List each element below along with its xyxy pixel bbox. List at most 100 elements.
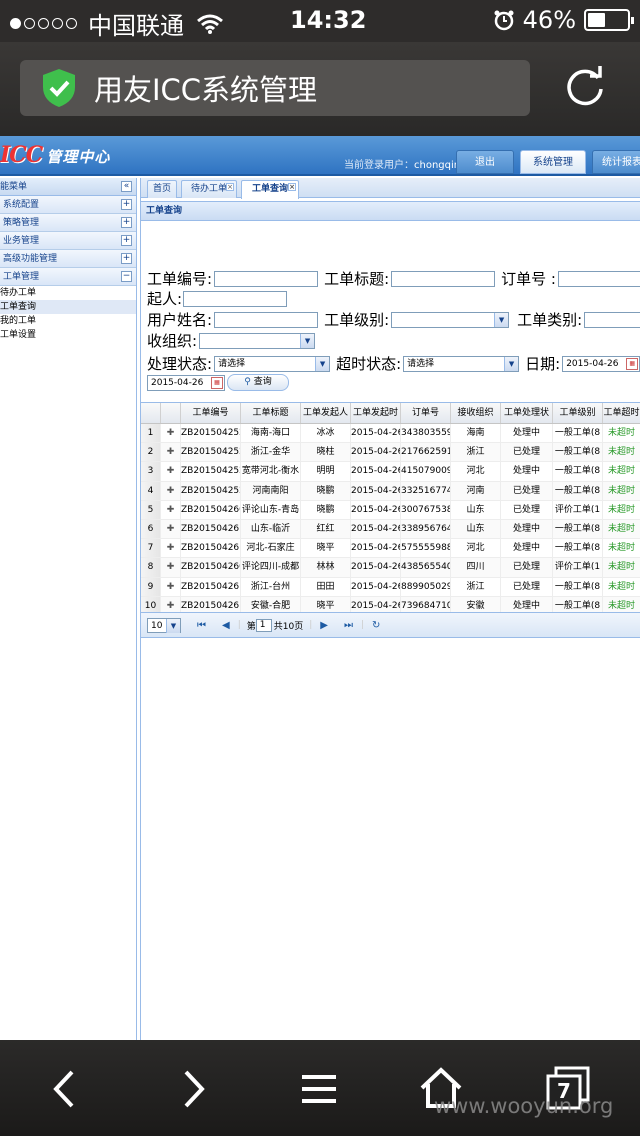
calendar-icon[interactable]: ▦ [211,377,223,389]
grid-column-header[interactable]: 工单级别 [553,403,603,423]
address-field[interactable]: 用友ICC系统管理 [20,60,530,116]
order-no-input[interactable] [214,270,319,287]
table-row[interactable]: 2✚ZB2015042521浙江-金华晓柱2015-04-26217662591… [141,443,640,463]
tab-todo[interactable]: 待办工单 × [181,180,237,198]
table-cell: ZB2015042609 [181,500,241,519]
collapse-icon[interactable]: « [121,181,132,192]
tab-query[interactable]: 工单查询 × [241,180,299,199]
row-expander-icon[interactable]: ✚ [161,443,181,462]
sidebar-item-query[interactable]: 工单查询 [0,300,136,314]
grid-column-header[interactable]: 工单处理状 [501,403,553,423]
table-cell: 已处理 [501,500,553,519]
table-row[interactable]: 8✚ZB2015042608评论四川-成都林林2015-04-264385655… [141,558,640,578]
recv-org-select[interactable]: ▼ [199,332,316,349]
close-icon[interactable]: × [288,183,296,191]
order-id-input[interactable] [557,270,640,287]
expand-icon[interactable]: + [121,235,132,246]
grid-column-header[interactable]: 接收组织 [451,403,501,423]
calendar-icon[interactable]: ▦ [626,357,639,370]
row-expander-icon[interactable]: ✚ [161,462,181,481]
table-cell: 宽带河北-衡水 [241,462,301,481]
grid-column-header[interactable]: 工单发起人 [301,403,351,423]
table-cell: ZB2015042608 [181,558,241,577]
row-expander-icon[interactable]: ✚ [161,424,181,443]
user-name-input[interactable] [214,311,319,328]
sidebar-item-todo[interactable]: 待办工单 [0,286,136,300]
back-icon[interactable] [40,1064,90,1114]
grid-column-header[interactable]: 工单标题 [241,403,301,423]
table-cell: 山东 [451,500,501,519]
next-page-icon[interactable]: ▶ [320,620,328,631]
table-row[interactable]: 3✚ZB2015042522宽带河北-衡水明明2015-04-264150790… [141,462,640,482]
sidebar-item-settings[interactable]: 工单设置 [0,328,136,342]
grid-column-header[interactable]: 工单超时 [603,403,640,423]
menu-icon[interactable] [294,1064,344,1114]
header-tab-logout[interactable]: 退出 [456,150,514,174]
process-status-select[interactable]: 请选择 ▼ [214,355,331,372]
signal-dot-icon [66,18,77,29]
row-expander-icon[interactable]: ✚ [161,558,181,577]
table-cell: 河北 [451,539,501,558]
initiator-input[interactable] [183,290,288,307]
prev-page-icon[interactable]: ◀ [222,620,230,631]
sidebar-section-policy[interactable]: 策略管理 + [0,214,136,232]
content-tab-bar: 首页 待办工单 × 工单查询 × [141,178,640,199]
timeout-status-select[interactable]: 请选择 ▼ [403,355,520,372]
row-expander-icon[interactable]: ✚ [161,577,181,596]
table-row[interactable]: 9✚ZB2015042612浙江-台州田田2015-04-26889905029… [141,577,640,597]
tab-home[interactable]: 首页 [147,180,177,198]
order-title-input[interactable] [391,270,496,287]
sidebar-item-mine[interactable]: 我的工单 [0,314,136,328]
expand-icon[interactable]: + [121,199,132,210]
grid-column-header[interactable]: 订单号 [401,403,451,423]
table-cell: 评价工单(1 [553,500,603,519]
grid-column-header[interactable] [161,403,181,423]
table-cell: ZB2015042521 [181,443,241,462]
table-row[interactable]: 5✚ZB2015042609评论山东-青岛晓鹏2015-04-263007675… [141,500,640,520]
level-select[interactable]: ▼ [391,311,510,328]
row-expander-icon[interactable]: ✚ [161,500,181,519]
page-number-input[interactable]: 1 [255,618,272,632]
expand-icon[interactable]: + [121,253,132,264]
table-cell: 评论山东-青岛 [241,500,301,519]
table-cell: 2015-04-26 [351,424,401,443]
date-to-input[interactable]: 2015-04-26 ▦ [147,375,225,391]
collapse-icon[interactable]: − [121,271,132,282]
header-tab-reports[interactable]: 统计报表 [592,150,640,174]
grid-column-header[interactable] [141,403,161,423]
table-cell: 一般工单(8 [553,424,603,443]
grid-column-header[interactable]: 工单编号 [181,403,241,423]
table-row[interactable]: 7✚ZB2015042611河北-石家庄晓平2015-04-2657555598… [141,539,640,559]
last-page-icon[interactable]: ⏭ [344,620,353,631]
sidebar-section-system-config[interactable]: 系统配置 + [0,196,136,214]
table-cell: 未超时 [603,482,640,500]
table-cell: 山东 [451,519,501,539]
table-row[interactable]: 1✚ZB2015042520海南-海口冰冰2015-04-26343803559… [141,424,640,444]
table-cell: 一般工单(8 [553,539,603,558]
clock: 14:32 [290,6,367,34]
sidebar-section-advanced[interactable]: 高级功能管理 + [0,250,136,268]
type-select[interactable] [584,311,640,328]
signal-dot-icon [10,18,21,29]
page-size-select[interactable]: 10 ▼ [147,617,181,633]
table-row[interactable]: 6✚ZB2015042610山东-临沂红红2015-04-26338956764… [141,519,640,540]
expand-icon[interactable]: + [121,217,132,228]
sidebar-section-business[interactable]: 业务管理 + [0,232,136,250]
sidebar-section-orders[interactable]: 工单管理 − [0,268,136,286]
row-expander-icon[interactable]: ✚ [161,481,181,500]
date-from-input[interactable]: 2015-04-26 ▦ [562,355,640,372]
refresh-icon[interactable]: ↻ [372,620,380,631]
signal-dot-icon [24,18,35,29]
close-icon[interactable]: × [226,183,234,191]
row-expander-icon[interactable]: ✚ [161,519,181,539]
forward-icon[interactable] [168,1064,218,1114]
reload-icon[interactable] [560,64,610,114]
table-cell: ZB2015042520 [181,424,241,443]
form-row-6: 2015-04-26 ▦ [147,375,225,391]
query-button[interactable]: ⚲ 查询 [227,374,289,391]
first-page-icon[interactable]: ⏮ [197,620,206,631]
row-expander-icon[interactable]: ✚ [161,539,181,558]
grid-column-header[interactable]: 工单发起时 [351,403,401,423]
header-tab-system[interactable]: 系统管理 [520,150,586,174]
table-row[interactable]: 4✚ZB2015042523河南南阳晓鹏2015-04-263325167749… [141,481,640,501]
